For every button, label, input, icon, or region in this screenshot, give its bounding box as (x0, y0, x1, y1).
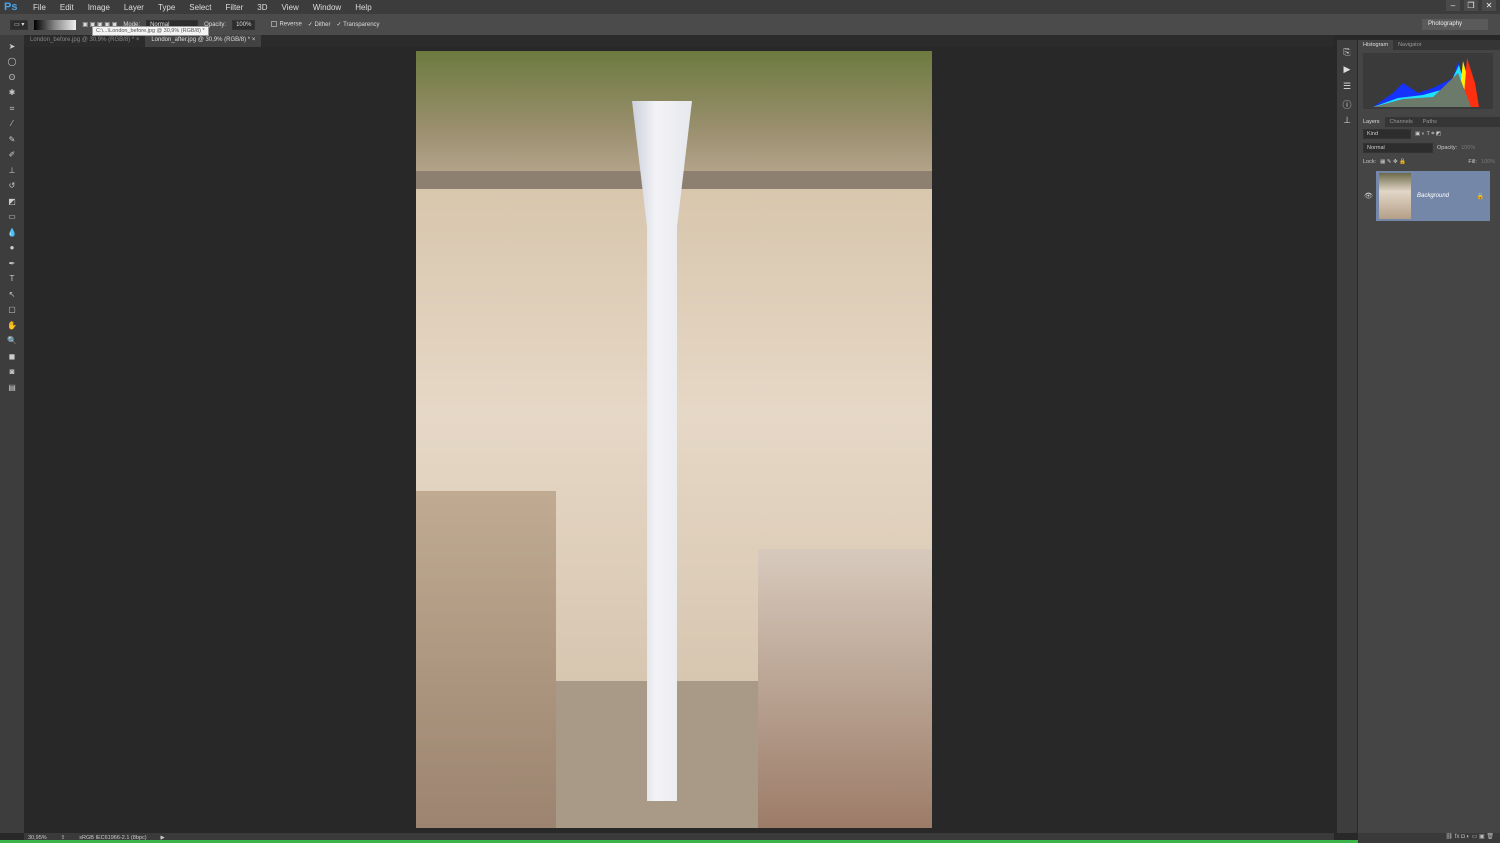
dodge-tool-icon[interactable]: ● (6, 243, 18, 252)
gradient-picker[interactable] (34, 19, 77, 30)
menu-3d[interactable]: 3D (250, 3, 274, 12)
tab-channels[interactable]: Channels (1385, 117, 1418, 127)
tab-london-before[interactable]: London_before.jpg @ 30,9% (RGB/8) * × (24, 35, 145, 47)
document-tabs: London_before.jpg @ 30,9% (RGB/8) * × Lo… (24, 35, 1334, 47)
hand-tool-icon[interactable]: ✋ (6, 321, 18, 330)
layers-panel-buttons[interactable]: ⛓ fx ◘ ◐ ▭ ▣ 🗑 (1358, 833, 1500, 843)
pen-tool-icon[interactable]: ✒ (6, 259, 18, 268)
blend-mode-select[interactable]: Normal (1363, 143, 1433, 153)
close-icon[interactable]: ✕ (1482, 0, 1496, 11)
quick-mask-icon[interactable]: ◙ (6, 367, 18, 376)
tab-tooltip: C:\...\London_before.jpg @ 30,9% (RGB/8)… (92, 26, 209, 36)
color-swatches-icon[interactable]: ◼ (6, 352, 18, 361)
properties-icon[interactable]: ☰ (1341, 81, 1353, 91)
clone-source-icon[interactable]: ⊥ (1341, 115, 1353, 125)
workspace-select[interactable]: Photography (1422, 19, 1488, 30)
magic-wand-tool-icon[interactable]: ✱ (6, 88, 18, 97)
type-tool-icon[interactable]: T (6, 274, 18, 283)
right-panels: Histogram Navigator Layers Channels Path… (1358, 40, 1500, 843)
eyedropper-tool-icon[interactable]: ⁄ (6, 119, 18, 128)
reverse-checkbox[interactable]: Reverse (271, 21, 302, 28)
tab-histogram[interactable]: Histogram (1358, 40, 1394, 50)
marquee-tool-icon[interactable]: ◯ (6, 57, 18, 66)
opacity-input[interactable]: 100% (232, 19, 256, 30)
path-selection-tool-icon[interactable]: ↖ (6, 290, 18, 299)
canvas-area[interactable] (24, 47, 1334, 833)
eraser-tool-icon[interactable]: ◩ (6, 197, 18, 206)
layer-background[interactable]: Background 🔒 (1376, 171, 1490, 221)
history-brush-tool-icon[interactable]: ↺ (6, 181, 18, 190)
shape-tool-icon[interactable]: ▢ (6, 305, 18, 314)
image-building-left (416, 491, 556, 828)
menu-filter[interactable]: Filter (219, 3, 251, 12)
dither-checkbox[interactable]: ✓ Dither (308, 21, 331, 28)
move-tool-icon[interactable]: ➤ (6, 42, 18, 51)
crop-tool-icon[interactable]: ⌗ (6, 104, 18, 113)
menu-image[interactable]: Image (81, 3, 117, 12)
options-bar: ▭ ▾ ▣ ▣ ▣ ▣ ▣ Mode: Normal Opacity: 100%… (0, 14, 1500, 35)
clone-stamp-tool-icon[interactable]: ⊥ (6, 166, 18, 175)
menu-type[interactable]: Type (151, 3, 182, 12)
restore-icon[interactable]: ❐ (1464, 0, 1478, 11)
layer-thumbnail (1379, 173, 1411, 219)
tab-london-after[interactable]: London_after.jpg @ 30,9% (RGB/8) * × (145, 35, 262, 47)
image-building-right (758, 549, 932, 828)
healing-brush-tool-icon[interactable]: ✎ (6, 135, 18, 144)
actions-play-icon[interactable]: ▶ (1341, 64, 1353, 74)
layer-name: Background (1417, 193, 1450, 199)
tab-paths[interactable]: Paths (1418, 117, 1442, 127)
menu-select[interactable]: Select (182, 3, 218, 12)
menu-layer[interactable]: Layer (117, 3, 151, 12)
visibility-eye-icon[interactable]: 👁 (1364, 192, 1373, 200)
lock-icon: 🔒 (1476, 193, 1484, 200)
lock-label: Lock: (1363, 159, 1377, 165)
history-icon[interactable]: ⎘ (1341, 47, 1353, 57)
histogram-graph (1363, 53, 1493, 109)
menu-view[interactable]: View (275, 3, 306, 12)
layer-filter-kind[interactable]: Kind (1363, 129, 1411, 139)
minimize-icon[interactable]: – (1446, 0, 1460, 11)
gradient-tool-icon[interactable]: ▭ (6, 212, 18, 221)
layer-filter-icons[interactable]: ▣ ◐ T ⌗ ◩ (1415, 131, 1441, 138)
tools-panel: ➤ ◯ ʘ ✱ ⌗ ⁄ ✎ ✐ ⊥ ↺ ◩ ▭ 💧 ● ✒ T ↖ ▢ ✋ 🔍 … (0, 35, 24, 833)
menu-bar: Ps File Edit Image Layer Type Select Fil… (0, 0, 1500, 14)
menu-window[interactable]: Window (306, 3, 348, 12)
brush-tool-icon[interactable]: ✐ (6, 150, 18, 159)
info-icon[interactable]: ⓘ (1341, 98, 1353, 110)
menu-file[interactable]: File (26, 3, 53, 12)
document-image[interactable] (416, 51, 932, 828)
fill-label: Fill: (1468, 159, 1477, 165)
screen-mode-icon[interactable]: ▤ (6, 383, 18, 392)
menu-help[interactable]: Help (348, 3, 378, 12)
tool-preset-picker[interactable]: ▭ ▾ (10, 19, 29, 30)
layer-opacity-input[interactable]: 100% (1461, 145, 1475, 151)
photoshop-logo: Ps (4, 1, 18, 13)
transparency-checkbox[interactable]: ✓ Transparency (337, 21, 380, 28)
fill-input[interactable]: 100% (1481, 159, 1495, 165)
lock-icons[interactable]: ▦ ✎ ✥ 🔒 (1380, 159, 1406, 165)
layer-opacity-label: Opacity: (1437, 145, 1458, 151)
tab-layers[interactable]: Layers (1358, 117, 1385, 127)
panel-dock: ⎘ ▶ ☰ ⓘ ⊥ (1337, 40, 1357, 833)
blur-tool-icon[interactable]: 💧 (6, 228, 18, 237)
lasso-tool-icon[interactable]: ʘ (6, 73, 18, 82)
zoom-tool-icon[interactable]: 🔍 (6, 336, 18, 345)
tab-navigator[interactable]: Navigator (1393, 40, 1427, 50)
menu-edit[interactable]: Edit (53, 3, 81, 12)
